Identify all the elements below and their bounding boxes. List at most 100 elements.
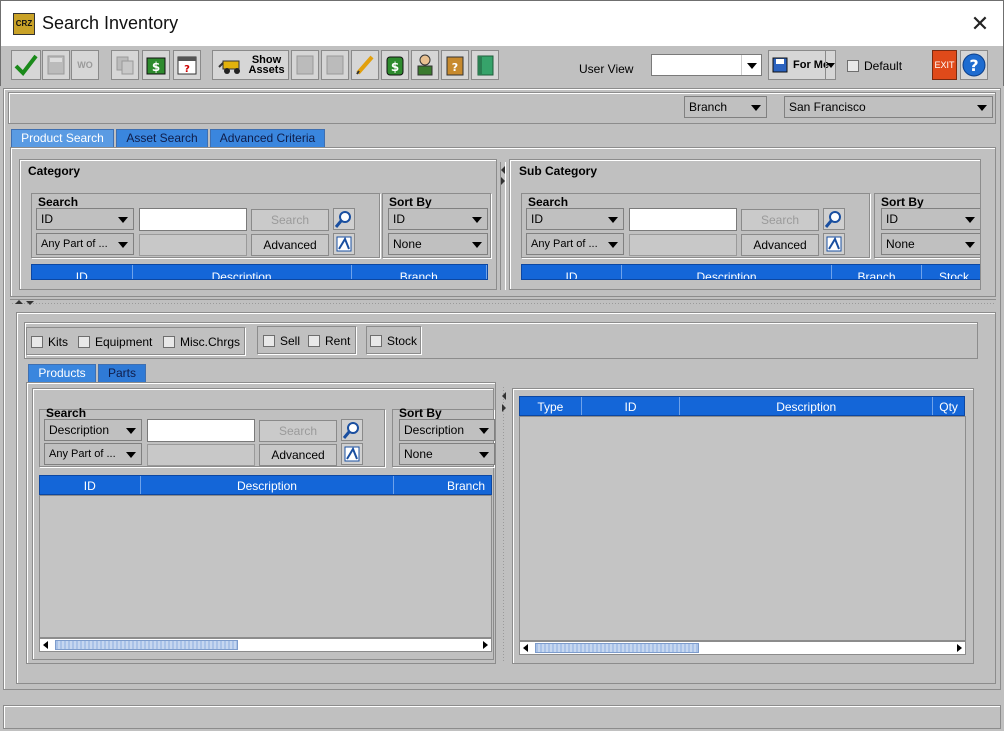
advanced-search-icon[interactable] — [333, 233, 355, 255]
misc-charges-checkbox[interactable]: Misc.Chrgs — [163, 335, 240, 349]
kits-checkbox-box[interactable] — [31, 336, 43, 348]
scroll-right-icon[interactable] — [957, 644, 962, 652]
column-header-description[interactable]: Description — [133, 265, 352, 279]
lower-vertical-splitter[interactable] — [500, 387, 508, 663]
products-grid-body[interactable] — [39, 495, 492, 638]
subcategory-match-select[interactable]: Any Part of ... — [526, 233, 624, 255]
tab-products[interactable]: Products — [28, 364, 96, 382]
default-checkbox-box[interactable] — [847, 60, 859, 72]
sell-checkbox-box[interactable] — [263, 335, 275, 347]
kits-checkbox[interactable]: Kits — [31, 335, 68, 349]
products-search-button[interactable]: Search — [259, 420, 337, 442]
collapse-right-icon[interactable] — [502, 404, 506, 412]
products-match-select[interactable]: Any Part of ... — [44, 443, 142, 465]
products-horizontal-scrollbar[interactable] — [39, 638, 492, 652]
user-view-select[interactable] — [651, 54, 762, 76]
report-icon[interactable] — [291, 50, 319, 80]
tab-parts[interactable]: Parts — [98, 364, 146, 382]
rent-checkbox-box[interactable] — [308, 335, 320, 347]
subcategory-search-field-select[interactable]: ID — [526, 208, 624, 230]
column-header-id[interactable]: ID — [32, 265, 133, 279]
money-bag-icon[interactable]: $ — [381, 50, 409, 80]
show-assets-button[interactable]: Show Assets — [212, 50, 289, 80]
products-sort-select[interactable]: Description — [399, 419, 495, 441]
collapse-up-icon[interactable] — [15, 300, 23, 304]
category-match-select[interactable]: Any Part of ... — [36, 233, 134, 255]
column-header-id[interactable]: ID — [522, 265, 622, 279]
column-header-branch[interactable]: Branch — [832, 265, 922, 279]
column-header-id[interactable]: ID — [40, 476, 141, 494]
products-sort2-select[interactable]: None — [399, 443, 495, 465]
scroll-left-icon[interactable] — [523, 644, 528, 652]
subcategory-search-button[interactable]: Search — [741, 209, 819, 231]
column-header-stock[interactable]: Stock — [922, 265, 980, 279]
column-header-branch[interactable]: Branch — [394, 476, 491, 494]
sell-checkbox[interactable]: Sell — [263, 334, 300, 348]
column-header-branch[interactable]: Branch — [352, 265, 487, 279]
branch-location-select[interactable]: San Francisco — [784, 96, 993, 118]
column-header-type[interactable]: Type — [520, 397, 582, 415]
category-sort2-select[interactable]: None — [388, 233, 488, 255]
magnifier-icon[interactable] — [823, 208, 845, 230]
dollar-box-icon[interactable]: $ — [142, 50, 170, 80]
column-header-description[interactable]: Description — [680, 397, 934, 415]
category-advanced-button[interactable]: Advanced — [251, 234, 329, 256]
package-question-icon[interactable]: ? — [441, 50, 469, 80]
column-header-qty[interactable]: Qty — [933, 397, 964, 415]
column-header-description[interactable]: Description — [622, 265, 832, 279]
close-icon[interactable]: ✕ — [965, 7, 995, 41]
advanced-search-icon[interactable] — [341, 443, 363, 465]
column-header-description[interactable]: Description — [141, 476, 395, 494]
subcategory-search-input[interactable] — [629, 208, 737, 231]
stock-checkbox[interactable]: Stock — [370, 334, 417, 348]
scroll-right-icon[interactable] — [483, 641, 488, 649]
category-search-input[interactable] — [139, 208, 247, 231]
category-search-field-select[interactable]: ID — [36, 208, 134, 230]
equipment-checkbox-box[interactable] — [78, 336, 90, 348]
results-horizontal-scrollbar[interactable] — [519, 641, 966, 655]
column-header-id[interactable]: ID — [582, 397, 681, 415]
horizontal-splitter[interactable] — [10, 299, 996, 307]
work-order-icon[interactable]: WO — [71, 50, 99, 80]
checkmark-icon[interactable] — [11, 50, 41, 80]
help-icon[interactable]: ? — [960, 50, 988, 80]
scroll-thumb[interactable] — [535, 643, 699, 653]
exit-button[interactable]: EXIT — [932, 50, 957, 80]
scroll-left-icon[interactable] — [43, 641, 48, 649]
tab-product-search[interactable]: Product Search — [11, 129, 114, 147]
products-advanced-button[interactable]: Advanced — [259, 444, 337, 466]
calculator-icon[interactable] — [42, 50, 70, 80]
collapse-left-icon[interactable] — [502, 392, 506, 400]
magnifier-icon[interactable] — [341, 419, 363, 441]
customer-icon[interactable] — [411, 50, 439, 80]
for-me-button[interactable]: For Me — [768, 50, 836, 80]
category-search-button[interactable]: Search — [251, 209, 329, 231]
copy-icon[interactable] — [111, 50, 139, 80]
products-search-field-select[interactable]: Description — [44, 419, 142, 441]
collapse-down-icon[interactable] — [26, 301, 34, 305]
products-search-input[interactable] — [147, 419, 255, 442]
subcategory-sort-select[interactable]: ID — [881, 208, 980, 230]
collapse-right-icon[interactable] — [501, 177, 505, 185]
results-grid-body[interactable] — [519, 416, 966, 641]
calendar-icon[interactable]: ? — [173, 50, 201, 80]
misc-charges-checkbox-box[interactable] — [163, 336, 175, 348]
collapse-left-icon[interactable] — [501, 166, 505, 174]
default-checkbox[interactable]: Default — [847, 59, 902, 73]
subcategory-advanced-button[interactable]: Advanced — [741, 234, 819, 256]
advanced-search-icon[interactable] — [823, 233, 845, 255]
equipment-checkbox[interactable]: Equipment — [78, 335, 152, 349]
stock-checkbox-box[interactable] — [370, 335, 382, 347]
tab-asset-search[interactable]: Asset Search — [116, 129, 208, 147]
scroll-thumb[interactable] — [55, 640, 238, 650]
category-sort-select[interactable]: ID — [388, 208, 488, 230]
pencil-icon[interactable] — [351, 50, 379, 80]
chevron-down-icon[interactable] — [741, 55, 761, 75]
book-icon[interactable] — [471, 50, 499, 80]
magnifier-icon[interactable] — [333, 208, 355, 230]
form-icon[interactable] — [321, 50, 349, 80]
tab-advanced-criteria[interactable]: Advanced Criteria — [210, 129, 325, 147]
subcategory-sort2-select[interactable]: None — [881, 233, 980, 255]
rent-checkbox[interactable]: Rent — [308, 334, 350, 348]
for-me-dropdown-icon[interactable] — [825, 51, 835, 79]
